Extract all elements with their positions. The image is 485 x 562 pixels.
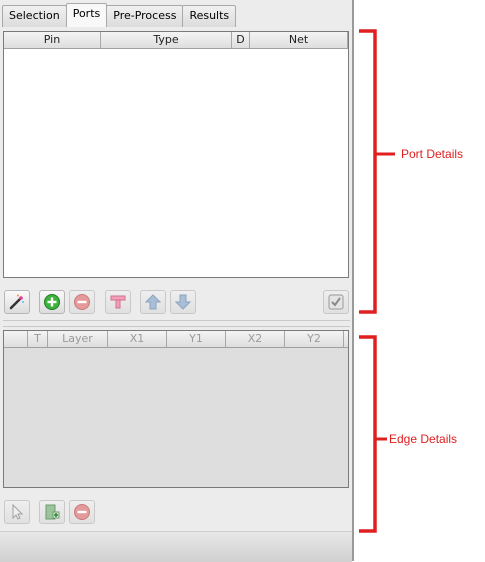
add-edge-icon xyxy=(45,504,60,520)
move-up-icon xyxy=(144,294,162,310)
add-edge-button[interactable] xyxy=(39,500,65,524)
move-down-button[interactable] xyxy=(170,290,196,314)
column-header-type[interactable]: Type xyxy=(101,32,232,48)
auto-generate-button[interactable] xyxy=(4,290,30,314)
column-header-d[interactable]: D xyxy=(232,32,250,48)
select-edge-button[interactable] xyxy=(4,500,30,524)
port-settings-button[interactable] xyxy=(105,290,131,314)
panel-splitter[interactable] xyxy=(3,320,350,327)
status-bar xyxy=(0,531,352,562)
edge-table-header: T Layer X1 Y1 X2 Y2 xyxy=(4,331,348,348)
tab-ports[interactable]: Ports xyxy=(65,3,108,27)
column-header-select xyxy=(4,331,28,347)
port-table[interactable]: Pin Type D Net xyxy=(3,31,349,278)
tab-selection[interactable]: Selection xyxy=(2,5,67,27)
tab-results[interactable]: Results xyxy=(182,5,237,27)
column-header-t[interactable]: T xyxy=(28,331,48,347)
port-table-header: Pin Type D Net xyxy=(4,32,348,49)
pointer-icon xyxy=(12,503,24,520)
column-header-layer[interactable]: Layer xyxy=(48,331,108,347)
annotation-brackets xyxy=(359,29,395,533)
column-header-x2[interactable]: X2 xyxy=(226,331,285,347)
tab-bar: Selection Ports Pre-Process Results xyxy=(2,3,237,27)
column-header-x1[interactable]: X1 xyxy=(108,331,167,347)
port-details-annotation: Port Details xyxy=(401,147,464,161)
port-icon xyxy=(110,295,126,309)
move-down-icon xyxy=(174,294,192,310)
edge-details-bracket xyxy=(359,335,377,533)
column-header-pin[interactable]: Pin xyxy=(4,32,101,48)
ports-panel: Selection Ports Pre-Process Results Pin … xyxy=(0,0,354,562)
validate-icon xyxy=(328,294,344,310)
column-header-y1[interactable]: Y1 xyxy=(167,331,226,347)
edge-details-annotation: Edge Details xyxy=(389,432,458,446)
tab-pre-process[interactable]: Pre-Process xyxy=(106,5,184,27)
validate-button[interactable] xyxy=(323,290,349,314)
remove-port-button[interactable] xyxy=(69,290,95,314)
edge-table[interactable]: T Layer X1 Y1 X2 Y2 xyxy=(3,330,349,488)
add-port-button[interactable] xyxy=(39,290,65,314)
remove-icon xyxy=(74,504,90,520)
column-header-net[interactable]: Net xyxy=(250,32,348,48)
add-icon xyxy=(44,294,60,310)
magic-wand-icon xyxy=(9,294,24,310)
move-up-button[interactable] xyxy=(140,290,166,314)
panel-border xyxy=(352,0,354,561)
column-header-y2[interactable]: Y2 xyxy=(285,331,344,347)
port-details-bracket xyxy=(359,29,377,314)
remove-icon xyxy=(74,294,90,310)
remove-edge-button[interactable] xyxy=(69,500,95,524)
